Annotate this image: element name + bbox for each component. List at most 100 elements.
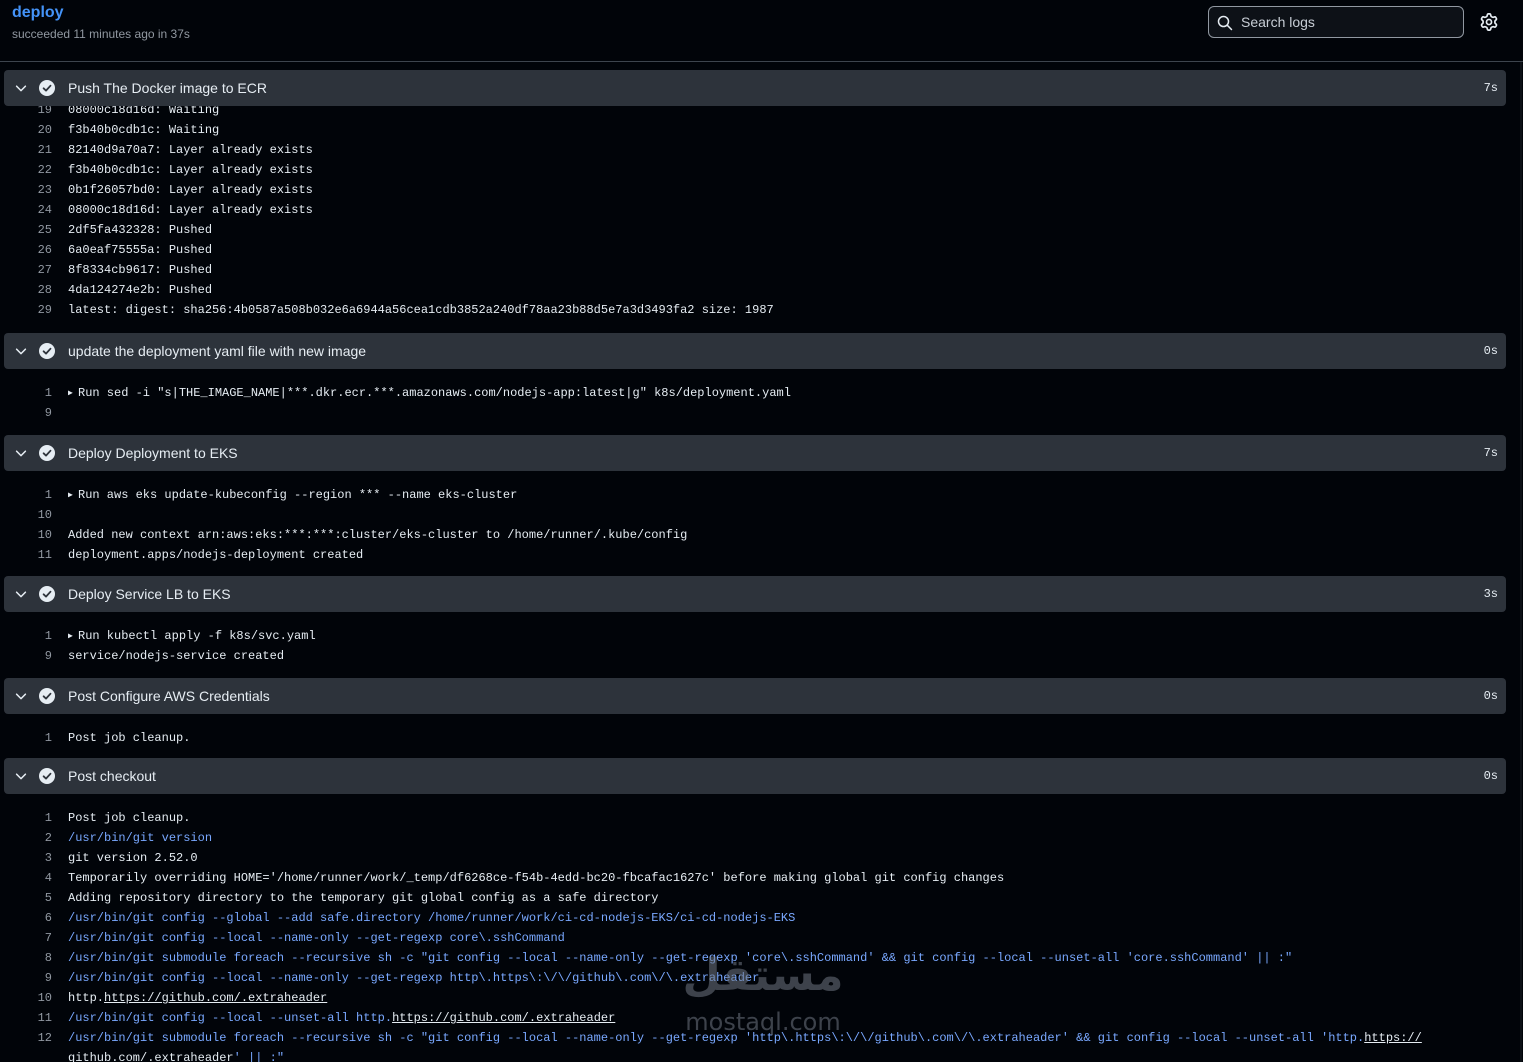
gear-icon[interactable] xyxy=(1480,13,1498,31)
log-text: 0b1f26057bd0: Layer already exists xyxy=(68,180,313,200)
line-number[interactable]: 9 xyxy=(0,403,52,423)
line-number[interactable]: 26 xyxy=(0,240,52,260)
log-group-toggle[interactable]: ▶ Run sed -i "s|THE_IMAGE_NAME|***.dkr.ec… xyxy=(68,383,791,405)
chevron-down-icon[interactable] xyxy=(14,769,28,783)
line-number[interactable]: 4 xyxy=(0,868,52,888)
line-number[interactable]: 7 xyxy=(0,928,52,948)
log-link[interactable]: https://github.com/.extraheader xyxy=(104,991,327,1005)
line-number[interactable]: 9 xyxy=(0,646,52,666)
log-link[interactable]: https://github.com/.extraheader xyxy=(392,1011,615,1025)
log-text: github.com/.extraheader' || :" xyxy=(68,1048,284,1062)
log-group-toggle[interactable]: ▶ Run aws eks update-kubeconfig --region … xyxy=(68,485,517,507)
search-input[interactable] xyxy=(1241,7,1459,37)
line-number[interactable]: 23 xyxy=(0,180,52,200)
line-number[interactable]: 21 xyxy=(0,140,52,160)
log-line: 6/usr/bin/git config --global --add safe… xyxy=(0,908,1500,928)
line-number[interactable]: 1 xyxy=(0,383,52,403)
step-header[interactable]: update the deployment yaml file with new… xyxy=(4,333,1506,369)
expand-triangle-icon[interactable]: ▶ xyxy=(68,486,78,506)
line-number[interactable]: 8 xyxy=(0,948,52,968)
line-number[interactable]: 24 xyxy=(0,200,52,220)
step-duration: 0s xyxy=(1483,344,1498,358)
log-text-content: f3b40b0cdb1c: Waiting xyxy=(68,123,220,137)
step-header[interactable]: Deploy Deployment to EKS 7s xyxy=(4,435,1506,471)
line-number[interactable]: 2 xyxy=(0,828,52,848)
scrollbar[interactable] xyxy=(1520,62,1522,1062)
log-text: 2df5fa432328: Pushed xyxy=(68,220,212,240)
line-number[interactable]: 29 xyxy=(0,300,52,320)
log-line: 1 ▶ Run aws eks update-kubeconfig --region… xyxy=(0,485,1500,505)
line-number[interactable]: 25 xyxy=(0,220,52,240)
expand-triangle-icon[interactable]: ▶ xyxy=(68,627,78,647)
step-header[interactable]: Push The Docker image to ECR 7s xyxy=(4,70,1506,106)
line-number[interactable]: 12 xyxy=(0,1028,52,1048)
log-text-content: 4da124274e2b: Pushed xyxy=(68,283,213,297)
line-number[interactable]: 1 xyxy=(0,485,52,505)
line-number[interactable]: 3 xyxy=(0,848,52,868)
step-header[interactable]: Post checkout 0s xyxy=(4,758,1506,794)
log-line: 10 http.https://github.com/.extraheader xyxy=(0,988,1500,1008)
line-number[interactable]: 22 xyxy=(0,160,52,180)
check-circle-icon xyxy=(39,445,55,461)
line-number[interactable]: 1 xyxy=(0,728,52,748)
log-line: 12/usr/bin/git submodule foreach --recur… xyxy=(0,1028,1500,1048)
log-text-content: 08000c18d16d: Layer already exists xyxy=(68,203,313,217)
log-text: Temporarily overriding HOME='/home/runne… xyxy=(68,868,1004,888)
log-line: 11/usr/bin/git config --local --unset-al… xyxy=(0,1008,1500,1028)
check-circle-icon xyxy=(39,80,55,96)
log-line: 1 ▶ Run kubectl apply -f k8s/svc.yaml xyxy=(0,626,1500,646)
log-line: 27 8f8334cb9617: Pushed xyxy=(0,260,1500,280)
chevron-down-icon[interactable] xyxy=(14,446,28,460)
line-number[interactable]: 10 xyxy=(0,525,52,545)
line-number[interactable]: 10 xyxy=(0,505,52,525)
chevron-down-icon[interactable] xyxy=(14,81,28,95)
log-line: 24 08000c18d16d: Layer already exists xyxy=(0,200,1500,220)
log-text: f3b40b0cdb1c: Waiting xyxy=(68,120,219,140)
line-number[interactable]: 20 xyxy=(0,120,52,140)
log-text-content: /usr/bin/git submodule foreach --recursi… xyxy=(68,951,1293,965)
line-number[interactable]: 5 xyxy=(0,888,52,908)
step-header[interactable]: Post Configure AWS Credentials 0s xyxy=(4,678,1506,714)
log-text-content: latest: digest: sha256:4b0587a508b032e6a… xyxy=(68,303,774,317)
log-link[interactable]: https:// xyxy=(1364,1031,1422,1045)
search-icon xyxy=(1217,15,1233,31)
chevron-down-icon[interactable] xyxy=(14,587,28,601)
log-text: /usr/bin/git config --local --name-only … xyxy=(68,928,565,948)
log-line: 28 4da124274e2b: Pushed xyxy=(0,280,1500,300)
line-number[interactable]: 6 xyxy=(0,908,52,928)
log-line: github.com/.extraheader' || :" xyxy=(0,1048,1500,1062)
line-number[interactable]: 9 xyxy=(0,968,52,988)
line-number[interactable]: 1 xyxy=(0,808,52,828)
chevron-down-icon[interactable] xyxy=(14,689,28,703)
log-text-content: http. xyxy=(68,991,105,1005)
line-number[interactable]: 11 xyxy=(0,1008,52,1028)
line-number[interactable]: 11 xyxy=(0,545,52,565)
search-box[interactable] xyxy=(1208,6,1464,38)
log-text: git version 2.52.0 xyxy=(68,848,198,868)
log-group-toggle[interactable]: ▶ Run kubectl apply -f k8s/svc.yaml xyxy=(68,626,316,648)
log-link[interactable]: github.com/.extraheader xyxy=(68,1051,234,1062)
line-number[interactable]: 1 xyxy=(0,626,52,646)
log-line: 1 Post job cleanup. xyxy=(0,808,1500,828)
expand-triangle-icon[interactable]: ▶ xyxy=(68,384,78,404)
log-line: 1 Post job cleanup. xyxy=(0,728,1500,748)
log-text-content: Run sed -i "s|THE_IMAGE_NAME|***.dkr.ecr… xyxy=(78,386,791,400)
log-text-content: 0b1f26057bd0: Layer already exists xyxy=(68,183,313,197)
log-text: /usr/bin/git submodule foreach --recursi… xyxy=(68,1028,1422,1048)
step-name: Post Configure AWS Credentials xyxy=(68,688,270,704)
chevron-down-icon[interactable] xyxy=(14,344,28,358)
line-number[interactable]: 28 xyxy=(0,280,52,300)
log-text: 82140d9a70a7: Layer already exists xyxy=(68,140,313,160)
log-text: f3b40b0cdb1c: Layer already exists xyxy=(68,160,313,180)
step-duration: 3s xyxy=(1483,587,1498,601)
line-number[interactable]: 10 xyxy=(0,988,52,1008)
line-number[interactable]: 27 xyxy=(0,260,52,280)
step-name: Deploy Deployment to EKS xyxy=(68,445,238,461)
log-line: 23 0b1f26057bd0: Layer already exists xyxy=(0,180,1500,200)
log-text-content: /usr/bin/git version xyxy=(68,831,213,845)
log-text: Post job cleanup. xyxy=(68,728,190,748)
job-title[interactable]: deploy xyxy=(12,4,64,22)
log-line: 8/usr/bin/git submodule foreach --recurs… xyxy=(0,948,1500,968)
log-line: 11 deployment.apps/nodejs-deployment crea… xyxy=(0,545,1500,565)
step-header[interactable]: Deploy Service LB to EKS 3s xyxy=(4,576,1506,612)
